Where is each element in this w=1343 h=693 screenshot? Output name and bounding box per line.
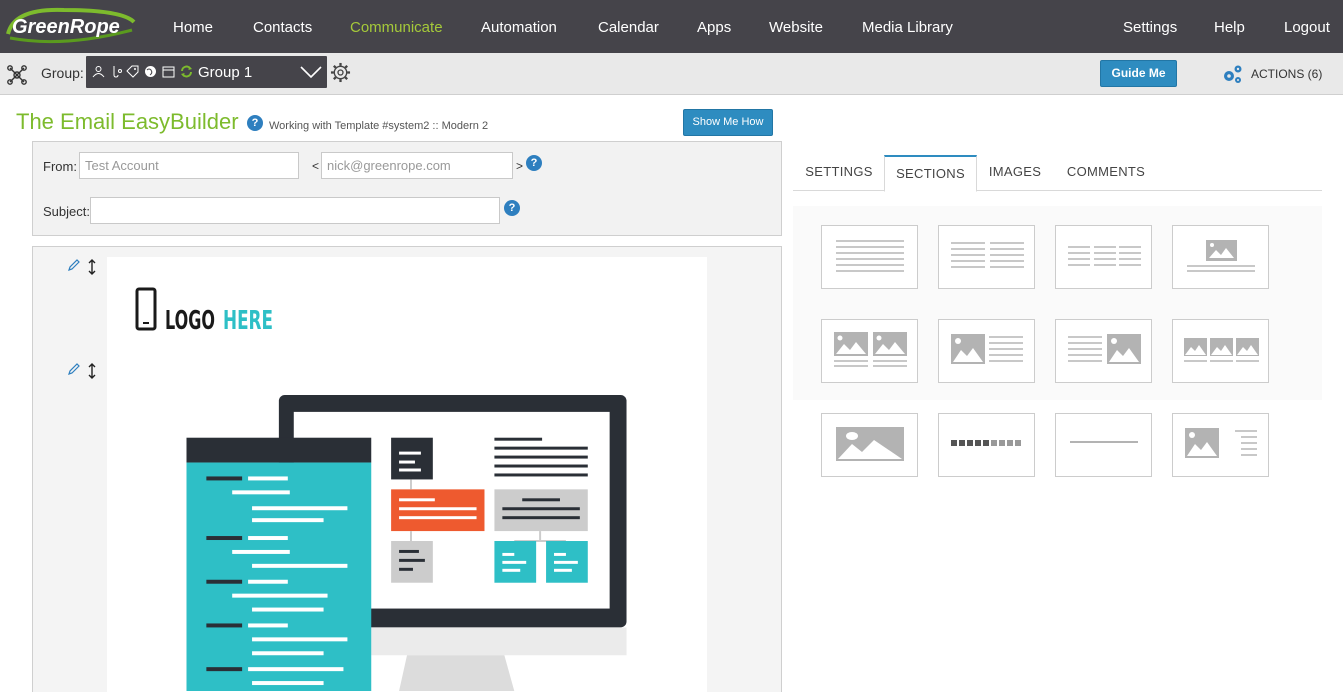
builder-tabs: SETTINGS SECTIONS IMAGES COMMENTS (793, 155, 1322, 192)
from-email-input[interactable] (321, 152, 513, 179)
group-select[interactable]: Group 1 (86, 56, 327, 88)
chevron-down-icon[interactable] (300, 65, 322, 79)
hero-illustration-image[interactable] (185, 395, 631, 691)
from-label: From: (43, 159, 77, 174)
logo-placeholder-image[interactable]: LOGO HERE (135, 287, 285, 335)
logo-text-accent: HERE (223, 306, 273, 335)
email-editor-canvas: LOGO HERE (32, 246, 782, 693)
nav-settings[interactable]: Settings (1123, 19, 1177, 36)
show-me-how-button[interactable]: Show Me How (683, 109, 773, 136)
section-tile-text-left-image-right[interactable] (1055, 319, 1152, 383)
section-tile-text-three-columns[interactable] (1055, 225, 1152, 289)
guide-me-button[interactable]: Guide Me (1100, 60, 1177, 87)
group-label: Group: (41, 65, 84, 81)
section-tile-text-two-columns[interactable] (938, 225, 1035, 289)
calendar-icon[interactable] (162, 65, 175, 78)
tab-images[interactable]: IMAGES (979, 155, 1051, 191)
title-help-icon[interactable]: ? (247, 115, 263, 131)
nav-logout[interactable]: Logout (1284, 19, 1330, 36)
globe-icon[interactable] (144, 65, 157, 78)
greenrope-logo[interactable]: GreenRope (4, 4, 138, 46)
section-tile-two-images-with-text[interactable] (821, 319, 918, 383)
network-icon[interactable] (6, 64, 28, 86)
close-bracket: > (516, 159, 524, 173)
template-info: Working with Template #system2 :: Modern… (269, 120, 489, 132)
svg-text:GreenRope: GreenRope (12, 16, 120, 38)
move-block-arrows-icon[interactable] (87, 363, 97, 379)
open-bracket: < (312, 159, 320, 173)
tab-comments[interactable]: COMMENTS (1055, 155, 1157, 191)
tab-settings[interactable]: SETTINGS (797, 155, 881, 191)
nav-apps[interactable]: Apps (697, 19, 731, 36)
sender-form: From: < > ? Subject: ? (32, 141, 782, 236)
nav-communicate[interactable]: Communicate (350, 19, 443, 36)
nav-website[interactable]: Website (769, 19, 823, 36)
actions-menu[interactable]: ACTIONS (6) (1251, 67, 1322, 81)
group-bar: Group: Group 1 Guide Me ACTIONS (6) (0, 53, 1343, 95)
nav-automation[interactable]: Automation (481, 19, 557, 36)
section-tile-social-icons-bar[interactable] (938, 413, 1035, 477)
sync-icon[interactable] (180, 65, 193, 78)
page-title: The Email EasyBuilder (16, 109, 239, 134)
nav-media-library[interactable]: Media Library (862, 19, 953, 36)
actions-gears-icon[interactable] (1221, 63, 1244, 85)
tag-icon[interactable] (126, 65, 139, 78)
subject-input[interactable] (90, 197, 500, 224)
section-tile-divider-line[interactable] (1055, 413, 1152, 477)
section-tile-image-with-sidebar-text[interactable] (1172, 413, 1269, 477)
subject-label: Subject: (43, 204, 90, 219)
nav-help[interactable]: Help (1214, 19, 1245, 36)
top-nav-bar: GreenRope Home Contacts Communicate Auto… (0, 0, 1343, 53)
email-body: LOGO HERE (107, 257, 707, 693)
gear-icon[interactable] (330, 62, 351, 83)
section-tile-single-image[interactable] (821, 413, 918, 477)
section-tile-image-left-text-right[interactable] (938, 319, 1035, 383)
edit-block-pencil-icon[interactable] (67, 362, 81, 376)
tab-sections[interactable]: SECTIONS (884, 155, 977, 192)
contact-icon[interactable] (92, 65, 105, 78)
section-tile-text-one-column[interactable] (821, 225, 918, 289)
nav-calendar[interactable]: Calendar (598, 19, 659, 36)
from-help-icon[interactable]: ? (526, 155, 542, 171)
nav-home[interactable]: Home (173, 19, 213, 36)
from-name-input[interactable] (79, 152, 299, 179)
drip-icon[interactable] (110, 65, 123, 78)
group-select-value: Group 1 (198, 64, 253, 81)
nav-contacts[interactable]: Contacts (253, 19, 312, 36)
logo-text-dark: LOGO (165, 306, 215, 335)
subject-help-icon[interactable]: ? (504, 200, 520, 216)
section-tile-image-above-text[interactable] (1172, 225, 1269, 289)
move-block-arrows-icon[interactable] (87, 259, 97, 275)
section-tile-three-images-with-text[interactable] (1172, 319, 1269, 383)
edit-block-pencil-icon[interactable] (67, 258, 81, 272)
